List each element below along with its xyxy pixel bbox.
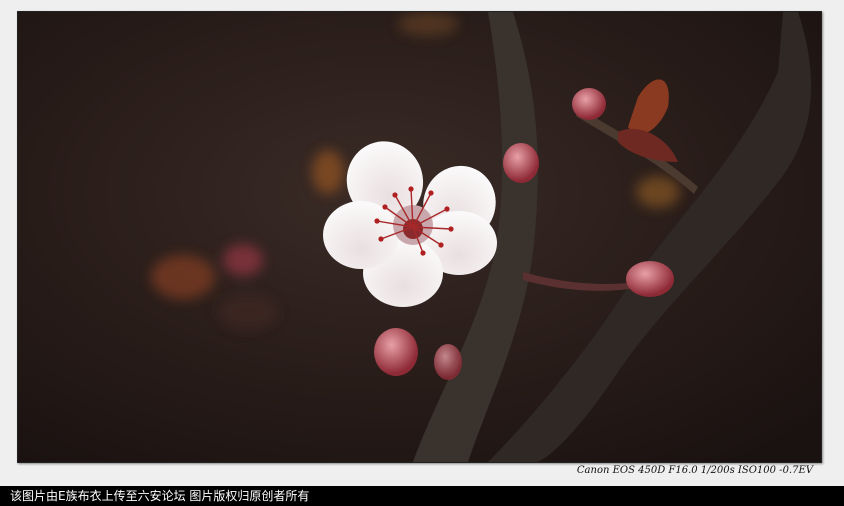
bud: [374, 328, 418, 376]
exif-info: Canon EOS 450D F16.0 1/200s ISO100 -0.7E…: [576, 465, 813, 476]
photo: [17, 11, 822, 463]
caption-text: 该图片由E族布衣上传至六安论坛 图片版权归原创者所有: [10, 489, 310, 503]
bud: [626, 261, 674, 297]
plum-blossom-photo: [18, 12, 821, 462]
photo-frame: Canon EOS 450D F16.0 1/200s ISO100 -0.7E…: [0, 0, 844, 486]
bud: [434, 344, 462, 380]
caption-bar: 该图片由E族布衣上传至六安论坛 图片版权归原创者所有: [0, 486, 844, 506]
bud: [503, 143, 539, 183]
bud: [572, 88, 606, 120]
